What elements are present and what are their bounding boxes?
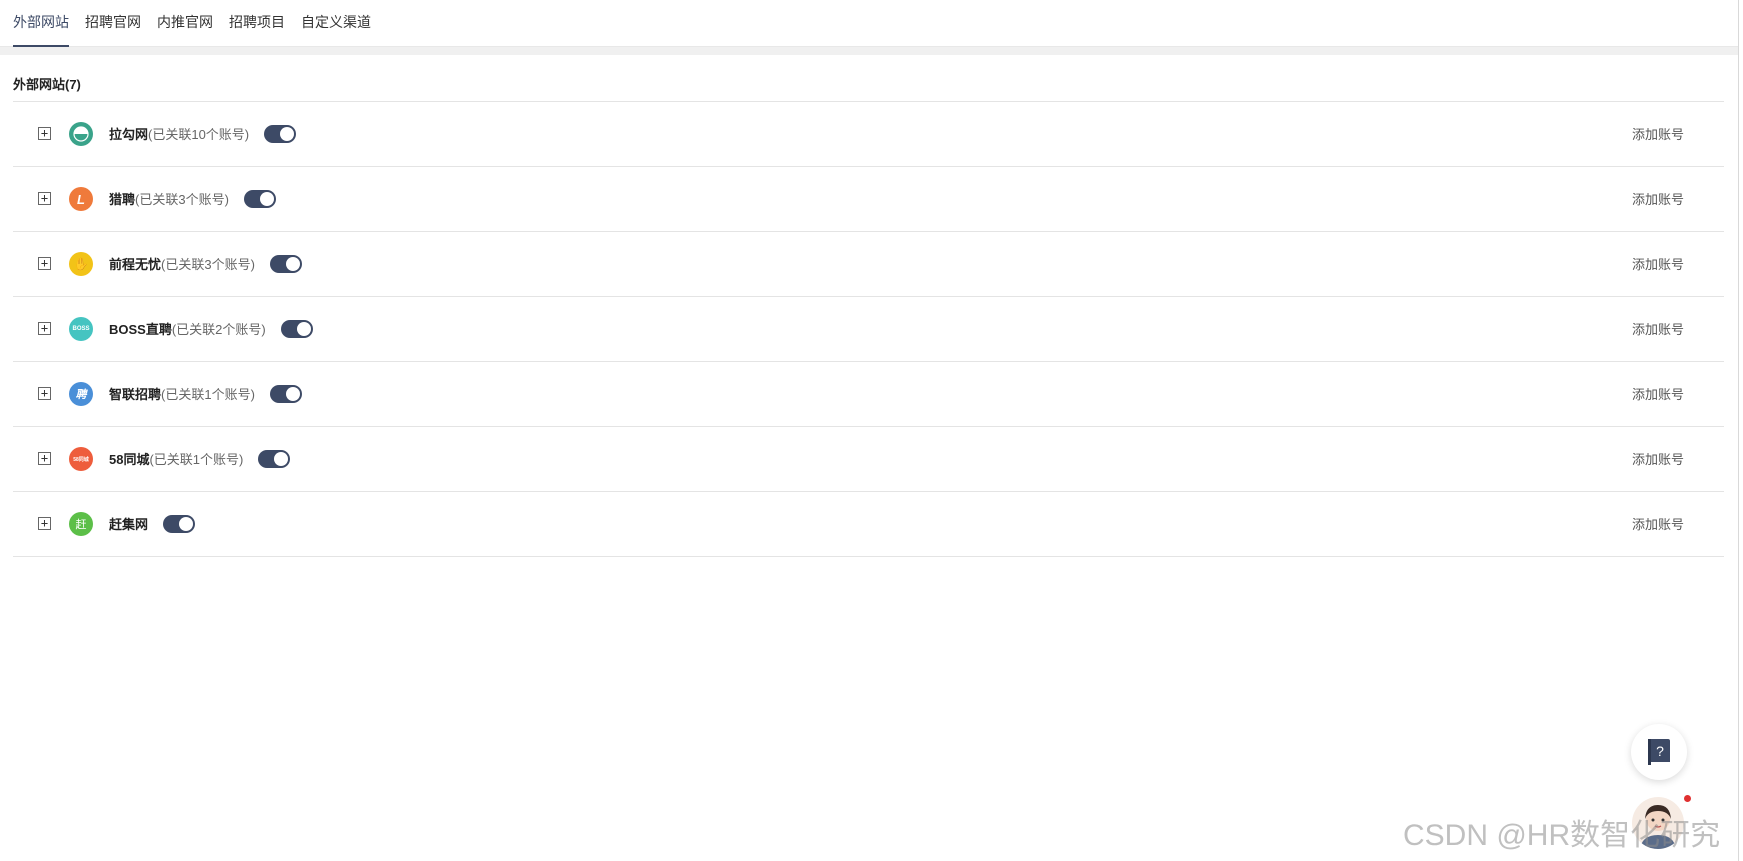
page: 外部网站 招聘官网 内推官网 招聘项目 自定义渠道 外部网站(7) + 拉勾网(…: [0, 0, 1743, 861]
add-account-button[interactable]: 添加账号: [1632, 449, 1684, 468]
58-logo-icon: 58同城: [69, 447, 93, 471]
channel-name-wrap: BOSS直聘 (已关联2个账号): [109, 319, 313, 338]
tab-referral-site[interactable]: 内推官网: [157, 0, 213, 47]
account-count: (已关联3个账号): [135, 192, 229, 207]
add-account-button[interactable]: 添加账号: [1632, 514, 1684, 533]
channel-row-boss: + BOSS BOSS直聘 (已关联2个账号) 添加账号: [13, 297, 1724, 362]
channel-name: 拉勾网: [109, 127, 149, 142]
channel-name-wrap: 拉勾网 (已关联10个账号): [109, 124, 297, 143]
expand-icon[interactable]: +: [38, 452, 51, 465]
channel-name: 智联招聘: [109, 387, 162, 402]
expand-icon[interactable]: +: [38, 322, 51, 335]
enable-toggle[interactable]: [280, 319, 313, 338]
add-account-button[interactable]: 添加账号: [1632, 254, 1684, 273]
expand-icon[interactable]: +: [38, 517, 51, 530]
enable-toggle[interactable]: [163, 514, 196, 533]
channel-name-wrap: 智联招聘 (已关联1个账号): [109, 384, 302, 403]
tab-custom-channels[interactable]: 自定义渠道: [301, 0, 371, 47]
channel-row-zhaopin: + 聘 智联招聘 (已关联1个账号) 添加账号: [13, 362, 1724, 427]
liepin-logo-icon: L: [69, 187, 93, 211]
account-count: (已关联3个账号): [161, 257, 255, 272]
channel-name: 前程无忧: [109, 257, 162, 272]
help-book-icon: ?: [1648, 739, 1670, 765]
account-count: (已关联2个账号): [171, 322, 266, 337]
channel-list: + 拉勾网 (已关联10个账号) 添加账号 + L 猎聘 (已关联3个账号) 添加账…: [13, 101, 1724, 557]
channel-name-wrap: 前程无忧 (已关联3个账号): [109, 254, 302, 273]
account-count: (已关联10个账号): [148, 127, 250, 142]
divider-bar: [0, 47, 1738, 55]
channel-name-wrap: 58同城 (已关联1个账号): [109, 449, 291, 468]
channel-name: 猎聘: [109, 192, 136, 207]
channel-name-wrap: 赶集网: [109, 514, 196, 533]
enable-toggle[interactable]: [264, 124, 297, 143]
hand-logo-icon: ✋: [69, 252, 93, 276]
expand-icon[interactable]: +: [38, 387, 51, 400]
lagou-logo-icon: [69, 122, 93, 146]
tab-bar: 外部网站 招聘官网 内推官网 招聘项目 自定义渠道: [0, 0, 1738, 47]
section-title: 外部网站(7): [13, 77, 81, 92]
right-border: [1738, 0, 1739, 861]
expand-icon[interactable]: +: [38, 127, 51, 140]
enable-toggle[interactable]: [269, 254, 302, 273]
help-manual-button[interactable]: ?: [1631, 724, 1687, 780]
channel-row-lagou: + 拉勾网 (已关联10个账号) 添加账号: [13, 102, 1724, 167]
expand-icon[interactable]: +: [38, 192, 51, 205]
ganji-logo-icon: 赶: [69, 512, 93, 536]
channel-row-liepin: + L 猎聘 (已关联3个账号) 添加账号: [13, 167, 1724, 232]
zhaopin-logo-icon: 聘: [69, 382, 93, 406]
account-count: (已关联1个账号): [149, 452, 244, 467]
notification-dot: [1684, 795, 1691, 802]
channel-row-58: + 58同城 58同城 (已关联1个账号) 添加账号: [13, 427, 1724, 492]
add-account-button[interactable]: 添加账号: [1632, 124, 1684, 143]
channel-row-ganji: + 赶 赶集网 添加账号: [13, 492, 1724, 557]
enable-toggle[interactable]: [243, 189, 276, 208]
add-account-button[interactable]: 添加账号: [1632, 384, 1684, 403]
tab-recruit-projects[interactable]: 招聘项目: [229, 0, 285, 47]
account-count: (已关联1个账号): [161, 387, 255, 402]
tab-career-site[interactable]: 招聘官网: [85, 0, 141, 47]
channel-name-wrap: 猎聘 (已关联3个账号): [109, 189, 276, 208]
channel-name: 赶集网: [109, 517, 149, 532]
boss-logo-icon: BOSS: [69, 317, 93, 341]
channel-row-51job: + ✋ 前程无忧 (已关联3个账号) 添加账号: [13, 232, 1724, 297]
svg-text:?: ?: [1656, 743, 1664, 759]
add-account-button[interactable]: 添加账号: [1632, 319, 1684, 338]
enable-toggle[interactable]: [258, 449, 291, 468]
tab-external-sites[interactable]: 外部网站: [13, 0, 69, 47]
enable-toggle[interactable]: [269, 384, 302, 403]
channel-name: BOSS直聘: [109, 322, 172, 337]
channel-name: 58同城: [109, 452, 150, 467]
expand-icon[interactable]: +: [38, 257, 51, 270]
add-account-button[interactable]: 添加账号: [1632, 189, 1684, 208]
watermark: CSDN @HR数智化研究: [1403, 819, 1721, 852]
